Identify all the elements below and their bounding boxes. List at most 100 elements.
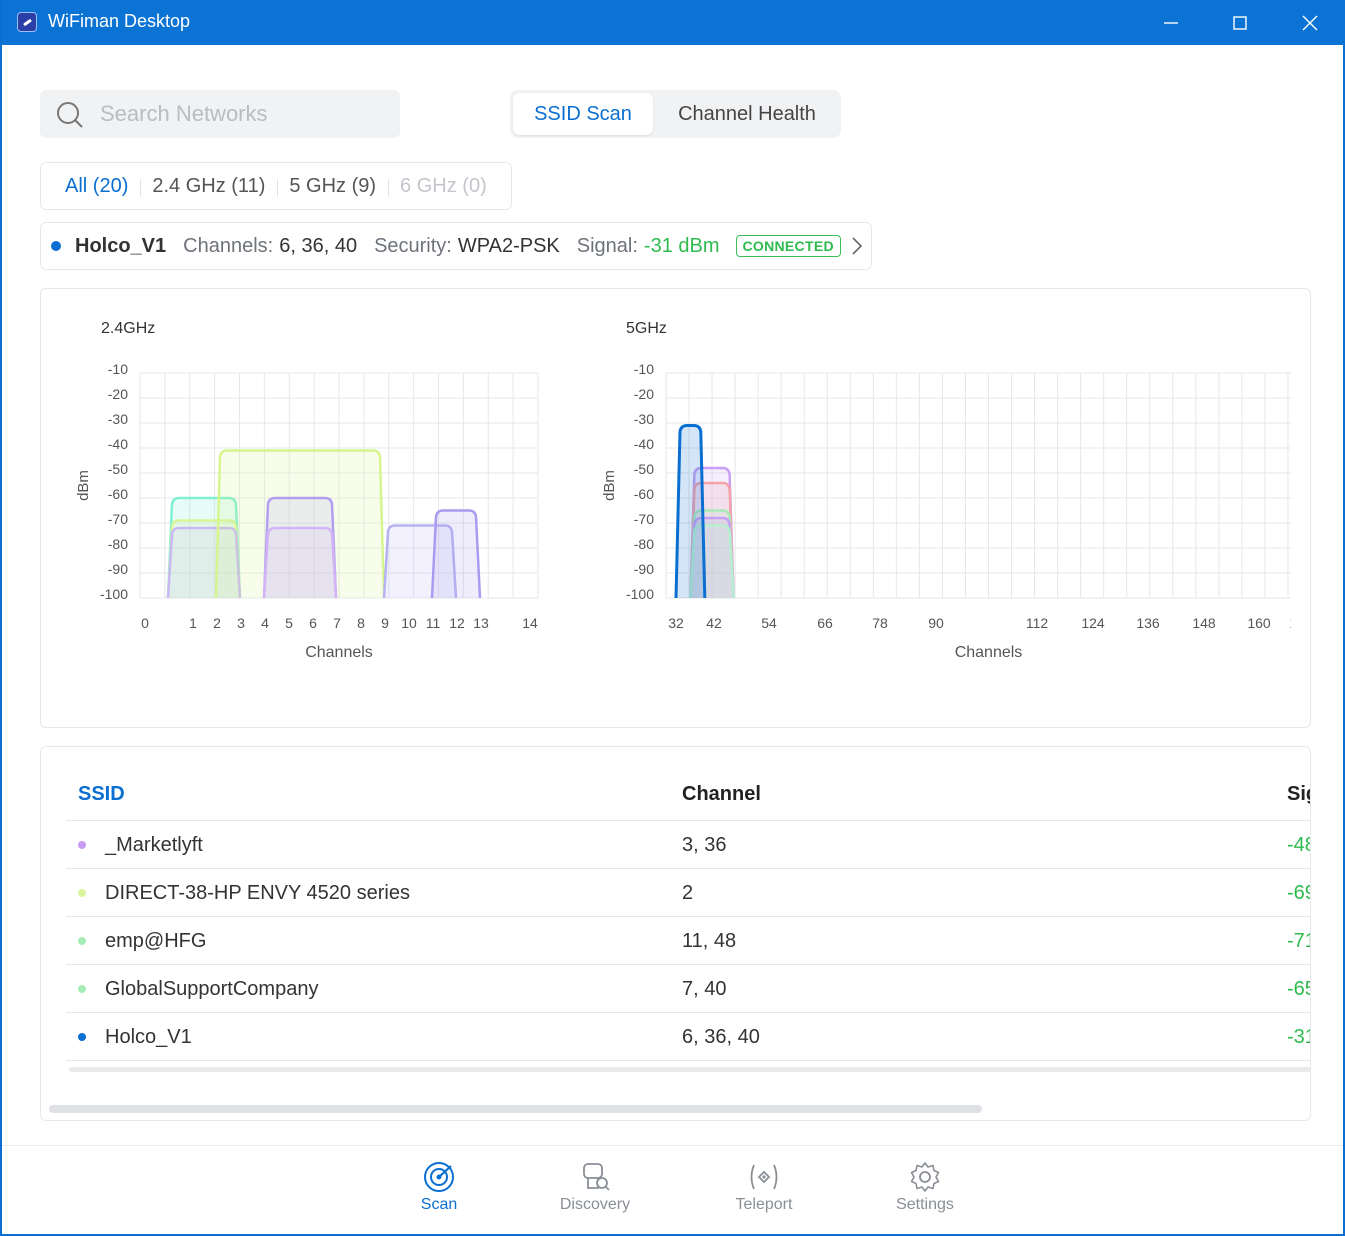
chevron-right-icon [852,237,863,255]
nav-teleport[interactable]: Teleport [709,1160,819,1214]
band-filter: All (20) 2.4 GHz (11) 5 GHz (9) 6 GHz (0… [40,162,512,210]
y-tick-label: -90 [108,561,128,577]
gear-icon [910,1162,940,1192]
network-color-dot [51,241,61,251]
network-color-dot [78,985,86,993]
x-tick-label: 148 [1192,615,1216,631]
y-axis-label: dBm [75,470,92,501]
y-tick-label: -100 [626,586,654,602]
x-tick-label: 10 [401,615,417,631]
row-signal: -71 [1287,930,1310,952]
channels-label: Channels: [183,234,274,257]
discovery-icon [583,1163,610,1191]
x-tick-label: 78 [872,615,888,631]
network-color-dot [78,889,86,897]
chart-title: 5GHz [626,320,667,337]
tab-ssid-scan[interactable]: SSID Scan [513,93,653,135]
channel-charts: 2.4GHz -10 -20 -30 -40 -50 -60 -70 -80 -90 -100 0 1 2… [40,288,1311,728]
x-tick-label: 0 [141,615,149,631]
app-logo-icon [17,12,37,32]
signal-value: -31 dBm [643,234,720,257]
band-all[interactable]: All (20) [53,175,140,198]
nav-discovery[interactable]: Discovery [540,1160,650,1214]
connected-network-card[interactable]: Holco_V1 Channels: 6, 36, 40 Security: W… [40,222,872,270]
nav-scan-label: Scan [420,1196,458,1213]
y-tick-label: -10 [108,361,128,377]
table-row[interactable]: DIRECT-38-HP ENVY 4520 series 2 -69 [66,869,1310,917]
y-tick-label: -60 [108,486,128,502]
y-tick-label: -30 [108,411,128,427]
row-channel: 6, 36, 40 [682,1026,760,1048]
row-signal: -65 [1287,978,1310,1000]
chart-2-4ghz: 2.4GHz -10 -20 -30 -40 -50 -60 -70 -80 -90 -100 0 1 2… [75,320,539,661]
channels-value: 6, 36, 40 [279,234,358,257]
y-tick-label: -70 [634,511,654,527]
maximize-button[interactable] [1205,0,1275,45]
x-tick-label: 112 [1026,615,1049,631]
row-channel: 7, 40 [682,978,727,1000]
x-tick-label: 32 [668,615,684,631]
search-input[interactable] [100,100,390,128]
y-axis-label: dBm [601,470,618,501]
nav-settings-label: Settings [896,1196,954,1213]
row-ssid: Holco_V1 [105,1026,192,1048]
window-title: WiFiman Desktop [48,11,191,31]
table-row[interactable]: _Marketlyft 3, 36 -48 [66,821,1310,869]
search-box[interactable] [40,90,400,138]
x-tick-label: 54 [761,615,777,631]
series-area [264,528,336,598]
band-5ghz[interactable]: 5 GHz (9) [277,175,388,198]
x-tick-label: 12 [449,615,465,631]
y-tick-label: -40 [634,436,654,452]
row-ssid: _Marketlyft [105,834,203,856]
table-horizontal-scrollbar[interactable] [69,1067,1310,1072]
minimize-button[interactable] [1136,0,1206,45]
view-switcher: SSID Scan Channel Health [510,90,841,138]
y-tick-label: -10 [634,361,654,377]
series-area [432,510,480,598]
row-signal: -69 [1287,882,1310,904]
x-tick-label: 3 [237,615,245,631]
bottom-navigation: Scan Discovery Teleport Settings [2,1145,1343,1234]
row-ssid: DIRECT-38-HP ENVY 4520 series [105,882,410,904]
nav-teleport-label: Teleport [735,1196,793,1213]
table-row[interactable]: emp@HFG 11, 48 -71 [66,917,1310,965]
row-channel: 11, 48 [682,930,737,952]
nav-settings[interactable]: Settings [870,1160,980,1214]
connected-ssid: Holco_V1 [75,234,167,257]
x-tick-label: 13 [473,615,489,631]
x-axis-label: Channels [955,644,1023,661]
y-tick-label: -80 [634,536,654,552]
page-horizontal-scrollbar[interactable] [49,1105,982,1113]
connected-badge: CONNECTED [735,235,841,257]
maximize-icon [1233,15,1247,30]
column-signal[interactable]: Sig [1287,783,1310,806]
close-icon [1302,15,1318,30]
minimize-icon [1164,21,1178,24]
nav-scan[interactable]: Scan [384,1160,494,1214]
x-tick-label: 7 [333,615,341,631]
x-tick-label: 136 [1136,615,1160,631]
x-tick-label: 42 [706,615,722,631]
x-tick-label: 11 [426,615,441,631]
table-row[interactable]: Holco_V1 6, 36, 40 -31 [66,1013,1310,1061]
table-row[interactable]: GlobalSupportCompany 7, 40 -65 [66,965,1310,1013]
y-tick-label: -80 [108,536,128,552]
column-ssid[interactable]: SSID [78,783,125,806]
y-tick-label: -90 [634,561,654,577]
y-tick-label: -50 [108,461,128,477]
tab-channel-health[interactable]: Channel Health [656,93,838,135]
x-axis-label: Channels [305,644,373,661]
signal-label: Signal: [576,234,638,257]
chart-5ghz: 5GHz -10 -20 -30 -40 -50 -60 -70 -80 -90 -100 32 42 5… [601,320,1291,661]
close-button[interactable] [1275,0,1345,45]
column-channel[interactable]: Channel [682,783,761,806]
band-2-4ghz[interactable]: 2.4 GHz (11) [140,175,277,198]
x-tick-label: 160 [1247,615,1271,631]
network-color-dot [78,1033,86,1041]
nav-discovery-label: Discovery [559,1196,631,1213]
chart-title: 2.4GHz [101,320,155,337]
x-tick-label: 90 [928,615,944,631]
row-signal: -48 [1287,834,1310,856]
table-header: SSID Channel Sig [66,777,1310,821]
